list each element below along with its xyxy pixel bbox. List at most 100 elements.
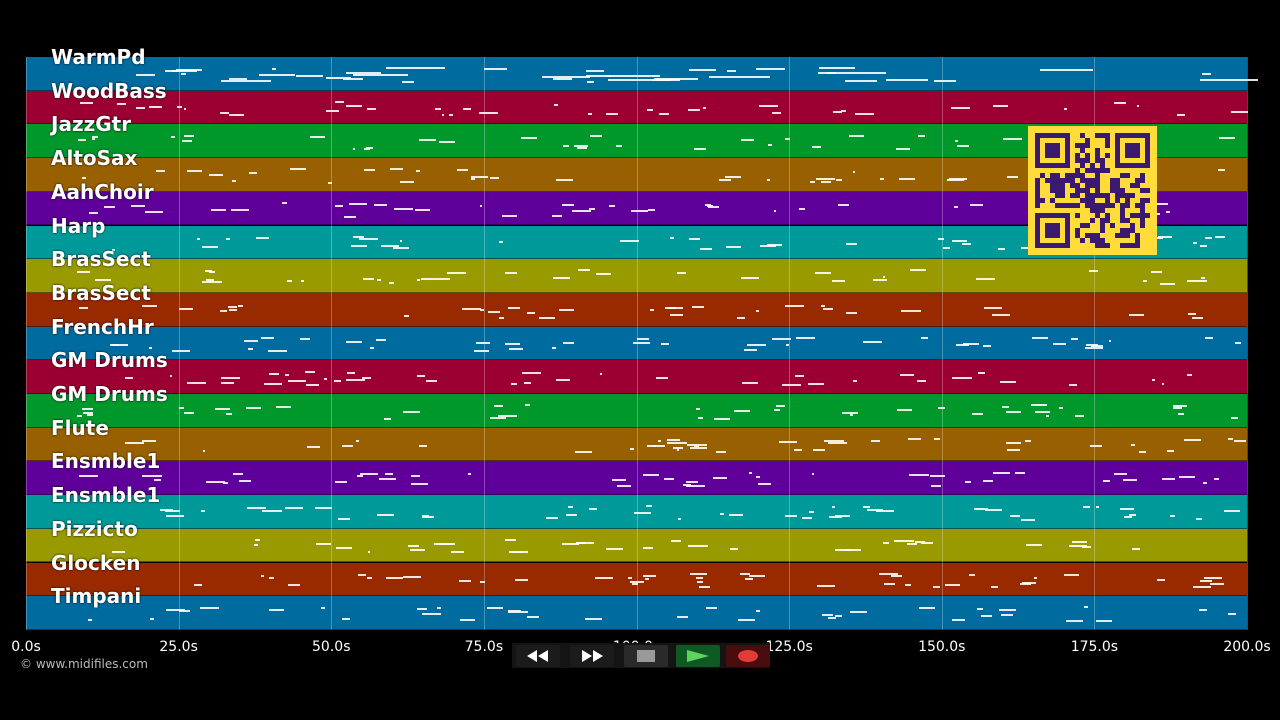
track-label: JazzGtr [51, 112, 132, 137]
note-mark [920, 542, 933, 545]
note-mark [488, 310, 500, 313]
note-mark [268, 576, 275, 579]
record-button[interactable] [726, 645, 770, 667]
note-mark [703, 107, 707, 110]
note-mark [1034, 576, 1037, 579]
note-mark [521, 136, 538, 139]
note-mark [724, 175, 742, 178]
note-mark [993, 104, 1009, 107]
note-mark [404, 315, 410, 318]
note-mark [778, 440, 797, 443]
note-mark [1124, 516, 1132, 519]
note-mark [916, 379, 926, 382]
note-mark [368, 550, 371, 553]
note-mark [172, 349, 191, 352]
note-mark [186, 170, 202, 173]
note-mark [882, 275, 886, 278]
note-mark [201, 509, 205, 512]
note-mark [499, 316, 505, 319]
note-mark [441, 114, 444, 117]
note-mark [285, 506, 304, 509]
track-label: FrenchHr [51, 314, 154, 339]
note-mark [677, 518, 682, 521]
note-mark [873, 278, 887, 281]
note-mark [490, 416, 507, 419]
note-mark [81, 408, 93, 411]
note-mark [829, 516, 842, 519]
note-mark [1022, 582, 1037, 585]
note-mark [1095, 620, 1113, 623]
note-mark [104, 205, 115, 208]
note-mark [1184, 438, 1202, 441]
note-mark [527, 615, 540, 618]
note-mark [898, 178, 915, 181]
note-mark [166, 514, 184, 517]
track-label: WarmPd [51, 45, 146, 69]
note-mark [334, 480, 347, 483]
note-mark [463, 108, 472, 111]
note-mark [992, 314, 1010, 317]
note-mark [1026, 544, 1043, 547]
note-mark [978, 371, 985, 374]
note-mark [347, 372, 355, 375]
note-mark [808, 510, 814, 513]
note-mark [688, 238, 700, 241]
note-mark [508, 306, 520, 309]
note-mark [1001, 614, 1014, 617]
note-mark [1007, 175, 1018, 178]
note-mark [420, 277, 435, 280]
note-mark [136, 73, 156, 76]
rewind-button[interactable] [516, 645, 560, 667]
note-mark [470, 176, 489, 179]
note-mark [775, 404, 786, 407]
note-mark [215, 174, 223, 177]
note-mark [400, 240, 403, 243]
note-mark [390, 168, 404, 171]
note-mark [553, 276, 570, 279]
track-label: Ensmble1 [51, 483, 161, 508]
note-mark [1152, 378, 1156, 381]
note-mark [571, 209, 592, 212]
note-mark [556, 178, 573, 181]
note-mark [578, 542, 595, 545]
grid-line [331, 57, 333, 630]
note-mark [575, 451, 593, 454]
note-mark [818, 72, 837, 75]
note-mark [648, 209, 655, 212]
note-mark [890, 574, 902, 577]
note-mark [588, 113, 592, 116]
note-mark [810, 180, 816, 183]
track-label: BrasSect [51, 247, 151, 272]
note-mark [708, 75, 771, 78]
note-mark [595, 273, 611, 276]
note-mark [344, 215, 356, 218]
note-mark [425, 380, 437, 383]
note-mark [975, 277, 996, 280]
note-mark [934, 437, 940, 440]
note-mark [832, 505, 836, 508]
note-mark [202, 281, 222, 284]
note-mark [811, 472, 815, 475]
note-mark [583, 269, 590, 272]
note-mark [480, 205, 483, 208]
note-mark [955, 139, 959, 142]
note-mark [411, 483, 429, 486]
note-mark [509, 550, 523, 553]
note-mark [870, 439, 880, 442]
note-mark [341, 444, 354, 447]
qr-code-icon[interactable] [1028, 126, 1157, 255]
fast-forward-button[interactable] [570, 645, 614, 667]
note-mark [991, 586, 999, 589]
note-mark [670, 237, 674, 240]
note-mark [1230, 111, 1249, 114]
stop-button[interactable] [624, 645, 668, 667]
note-mark [801, 516, 812, 519]
note-mark [456, 169, 468, 172]
note-mark [229, 114, 244, 117]
note-mark [716, 451, 727, 454]
note-mark [655, 377, 668, 379]
play-button[interactable] [676, 645, 720, 667]
note-mark [661, 343, 669, 346]
note-mark [834, 548, 852, 551]
note-mark [515, 579, 529, 582]
